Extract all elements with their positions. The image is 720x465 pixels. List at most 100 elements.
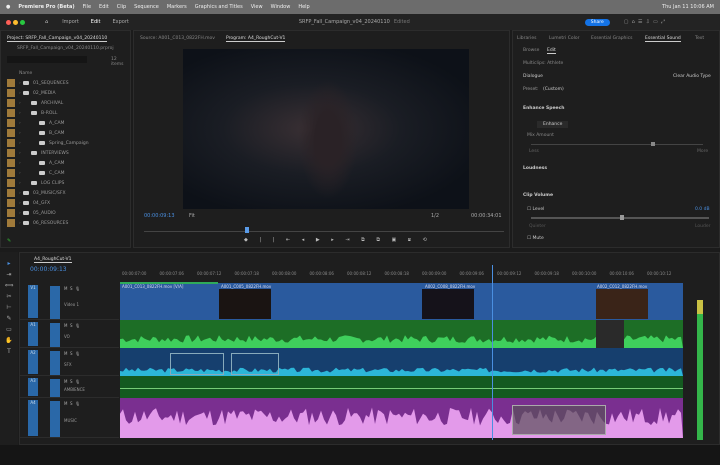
nav-import[interactable]: Import — [62, 19, 79, 25]
menu-file[interactable]: File — [83, 4, 91, 10]
disclosure-icon[interactable]: › — [19, 141, 39, 146]
project-item[interactable]: › 04_GFX — [1, 198, 126, 208]
program-scrubber[interactable] — [144, 231, 504, 232]
subtab-edit[interactable]: Edit — [547, 48, 556, 54]
track-header-v1[interactable]: V1 Video 1 M S 🎙 — [20, 283, 119, 320]
nav-export[interactable]: Export — [112, 19, 128, 25]
tab-graphics[interactable]: Essential Graphics — [591, 36, 632, 41]
track-header-a4[interactable]: A4 MUSIC M S 🎙 — [20, 398, 119, 438]
tab-source[interactable]: Source: A001_C013_0822FH.mov — [140, 36, 215, 41]
disclosure-icon[interactable]: › — [19, 181, 31, 186]
project-item[interactable]: › 01_SEQUENCES — [1, 78, 126, 88]
timeline-timecode[interactable]: 00:00:09:13 — [30, 266, 67, 273]
mute-solo-icons[interactable]: M S 🎙 — [64, 286, 80, 291]
project-item[interactable]: › 05_AUDIO — [1, 208, 126, 218]
share-button[interactable]: Share — [584, 18, 610, 26]
menu-sequence[interactable]: Sequence — [134, 4, 159, 10]
mix-amount-handle[interactable] — [651, 142, 656, 146]
project-item[interactable]: › A_CAM — [1, 158, 126, 168]
mute-solo-icons[interactable]: M S 🎙 — [64, 323, 80, 328]
menu-help[interactable]: Help — [298, 4, 309, 10]
menu-markers[interactable]: Markers — [167, 4, 187, 10]
program-playhead[interactable] — [244, 227, 249, 233]
mute-checkbox[interactable]: ☐ Mute — [527, 236, 544, 241]
home-icon[interactable]: ⌂ — [45, 19, 48, 25]
menu-edit[interactable]: Edit — [99, 4, 109, 10]
volume-rubberband[interactable] — [120, 388, 683, 389]
mute-solo-icons[interactable]: M S 🎙 — [64, 351, 80, 356]
source-patch[interactable] — [50, 351, 60, 375]
track-target[interactable]: A1 — [28, 322, 38, 346]
menu-graphics[interactable]: Graphics and Titles — [195, 4, 243, 10]
mix-amount-slider[interactable] — [531, 144, 703, 145]
project-item[interactable]: › ARCHIVAL — [1, 98, 126, 108]
tab-project[interactable]: Project: SRFP_Fall_Campaign_v04_20240110 — [7, 36, 108, 42]
timeline-playhead[interactable] — [491, 265, 493, 440]
mute-solo-icons[interactable]: M S 🎙 — [64, 401, 80, 406]
menu-window[interactable]: Window — [271, 4, 291, 10]
level-checkbox[interactable]: ☐ Level — [527, 207, 544, 212]
menu-view[interactable]: View — [251, 4, 263, 10]
level-handle[interactable] — [620, 215, 624, 220]
audio-track-a3-ambience[interactable] — [120, 376, 683, 398]
project-item[interactable]: › Spring_Campaign — [1, 138, 126, 148]
tools-panel[interactable]: ▸ ⇥ ⟺ ✂ ⊢ ✎ ▭ ✋ T — [0, 252, 18, 445]
track-header-a3[interactable]: A3 AMBIENCE M S 🎙 — [20, 376, 119, 398]
clear-audio-type-button[interactable]: Clear Audio Type — [673, 74, 711, 79]
transition-box[interactable] — [231, 353, 279, 375]
project-item[interactable]: › 06_RESOURCES — [1, 218, 126, 228]
menu-clip[interactable]: Clip — [117, 4, 126, 10]
zoom-button[interactable] — [20, 19, 25, 25]
apple-icon[interactable]: ● — [6, 4, 10, 10]
pen-icon[interactable]: ✎ — [7, 238, 11, 244]
video-frame[interactable] — [183, 49, 469, 209]
disclosure-icon[interactable]: › — [19, 151, 31, 156]
resolution-select[interactable]: 1/2 — [431, 213, 439, 219]
project-item[interactable]: › 03_MUSIC/SFX — [1, 188, 126, 198]
source-patch[interactable] — [50, 401, 60, 437]
track-header-a1[interactable]: A1 VO M S 🎙 — [20, 320, 119, 348]
project-item[interactable]: › LOG CLIPS — [1, 178, 126, 188]
subtab-browse[interactable]: Browse — [523, 48, 539, 53]
app-menu[interactable]: Premiere Pro (Beta) — [18, 4, 74, 10]
fit-select[interactable]: Fit — [189, 213, 195, 219]
disclosure-icon[interactable]: › — [19, 171, 39, 176]
disclosure-icon[interactable]: › — [19, 121, 39, 126]
project-item[interactable]: › INTERVIEWS — [1, 148, 126, 158]
tab-essential-sound[interactable]: Essential Sound — [645, 36, 681, 42]
project-item[interactable]: › B-ROLL — [1, 108, 126, 118]
transition-box[interactable] — [170, 353, 224, 375]
selected-music-clip[interactable] — [512, 405, 606, 435]
close-button[interactable] — [6, 19, 11, 25]
source-patch[interactable] — [50, 379, 60, 397]
nav-edit[interactable]: Edit — [91, 19, 101, 25]
tab-lumetri[interactable]: Lumetri Color — [549, 36, 579, 41]
column-name[interactable]: Name — [19, 71, 32, 76]
track-target[interactable]: A4 — [28, 400, 38, 436]
tab-sequence[interactable]: A4_RoughCut-V1 — [34, 257, 72, 263]
tab-libraries[interactable]: Libraries — [517, 36, 536, 41]
enhance-button[interactable]: Enhance — [537, 121, 569, 128]
project-search-input[interactable] — [7, 56, 87, 63]
project-item[interactable]: › 02_MEDIA — [1, 88, 126, 98]
mute-solo-icons[interactable]: M S 🎙 — [64, 379, 80, 384]
tab-text[interactable]: Text — [695, 36, 704, 41]
workspace-icons[interactable]: ▢ ⌂ ☰ ⇩ ▭ ⤢ — [624, 19, 665, 25]
track-target[interactable]: V1 — [28, 285, 38, 318]
source-patch[interactable] — [50, 323, 60, 347]
program-timecode[interactable]: 00:00:09:13 — [144, 213, 175, 219]
project-item[interactable]: › C_CAM — [1, 168, 126, 178]
tab-program[interactable]: Program: A4_RoughCut-V1 — [226, 36, 286, 42]
project-item[interactable]: › A_CAM — [1, 118, 126, 128]
disclosure-icon[interactable]: › — [19, 161, 39, 166]
track-target[interactable]: A2 — [28, 350, 38, 374]
disclosure-icon[interactable]: › — [19, 101, 31, 106]
source-patch[interactable] — [50, 286, 60, 319]
disclosure-icon[interactable]: › — [19, 131, 39, 136]
minimize-button[interactable] — [13, 19, 18, 25]
project-item[interactable]: › B_CAM — [1, 128, 126, 138]
level-value[interactable]: 0.0 dB — [695, 207, 710, 212]
preset-select[interactable]: (Custom) — [543, 87, 564, 92]
track-target[interactable]: A3 — [28, 378, 38, 396]
track-header-a2[interactable]: A2 SFX M S 🎙 — [20, 348, 119, 376]
